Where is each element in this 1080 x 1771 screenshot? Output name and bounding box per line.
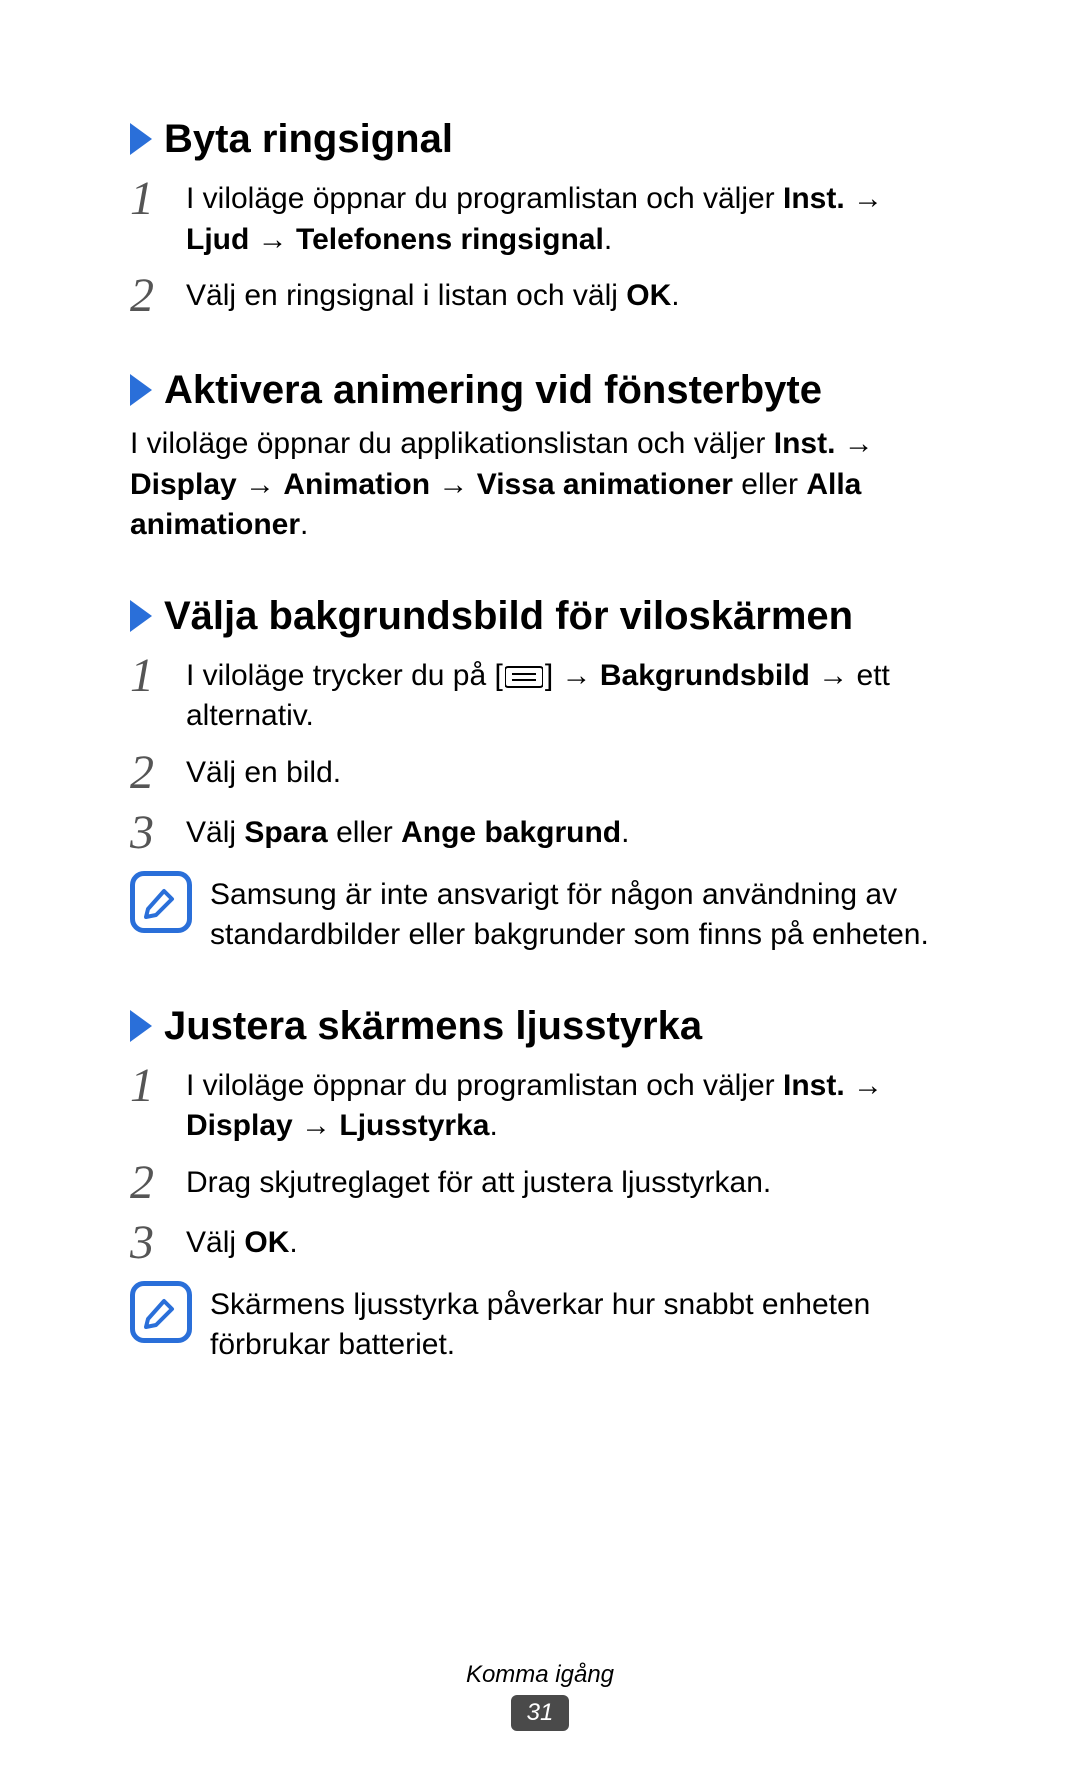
step-text: I viloläge öppnar du programlistan och v… <box>186 173 950 260</box>
step-number: 1 <box>130 1060 186 1110</box>
note: Samsung är inte ansvarigt för någon anvä… <box>130 871 950 956</box>
step-number: 2 <box>130 1157 186 1207</box>
chevron-right-icon <box>130 600 152 632</box>
section-title: Aktivera animering vid fönsterbyte <box>164 366 822 414</box>
step-number: 3 <box>130 1217 186 1267</box>
step: 2Välj en ringsignal i listan och välj OK… <box>130 270 950 320</box>
step: 3Välj OK. <box>130 1217 950 1267</box>
chevron-right-icon <box>130 123 152 155</box>
page-footer: Komma igång 31 <box>0 1661 1080 1731</box>
step: 1I viloläge öppnar du programlistan och … <box>130 173 950 260</box>
chevron-right-icon <box>130 374 152 406</box>
section-title: Justera skärmens ljusstyrka <box>164 1002 702 1050</box>
page-content: Byta ringsignal1I viloläge öppnar du pro… <box>0 0 1080 1366</box>
note-icon <box>130 871 192 933</box>
step-number: 1 <box>130 173 186 223</box>
step-number: 2 <box>130 270 186 320</box>
section: Byta ringsignal 1I viloläge öppnar du pro… <box>130 115 950 320</box>
section-title: Välja bakgrundsbild för viloskärmen <box>164 592 853 640</box>
step-number: 2 <box>130 747 186 797</box>
note-text: Skärmens ljusstyrka påverkar hur snabbt … <box>210 1281 950 1366</box>
note-icon <box>130 1281 192 1343</box>
step-text: Välj en ringsignal i listan och välj OK. <box>186 270 680 317</box>
page-number-badge: 31 <box>511 1695 570 1731</box>
section: Aktivera animering vid fönsterbyte I vilo… <box>130 366 950 546</box>
step: 2Drag skjutreglaget för att justera ljus… <box>130 1157 950 1207</box>
step: 2Välj en bild. <box>130 747 950 797</box>
note: Skärmens ljusstyrka påverkar hur snabbt … <box>130 1281 950 1366</box>
step-text: Drag skjutreglaget för att justera ljuss… <box>186 1157 771 1204</box>
step-number: 3 <box>130 807 186 857</box>
section-heading: Välja bakgrundsbild för viloskärmen <box>130 592 950 640</box>
section: Välja bakgrundsbild för viloskärmen 1I vi… <box>130 592 950 956</box>
step: 1I viloläge trycker du på [] → Bakgrunds… <box>130 650 950 737</box>
step-text: Välj OK. <box>186 1217 298 1264</box>
section-paragraph: I viloläge öppnar du applikationslistan … <box>130 424 950 546</box>
section-heading: Byta ringsignal <box>130 115 950 163</box>
section-title: Byta ringsignal <box>164 115 453 163</box>
step: 3Välj Spara eller Ange bakgrund. <box>130 807 950 857</box>
section-heading: Aktivera animering vid fönsterbyte <box>130 366 950 414</box>
step: 1I viloläge öppnar du programlistan och … <box>130 1060 950 1147</box>
step-number: 1 <box>130 650 186 700</box>
step-text: Välj Spara eller Ange bakgrund. <box>186 807 629 854</box>
step-text: Välj en bild. <box>186 747 341 794</box>
section: Justera skärmens ljusstyrka 1I viloläge ö… <box>130 1002 950 1366</box>
footer-section-label: Komma igång <box>0 1661 1080 1689</box>
step-text: I viloläge trycker du på [] → Bakgrundsb… <box>186 650 950 737</box>
chevron-right-icon <box>130 1010 152 1042</box>
note-text: Samsung är inte ansvarigt för någon anvä… <box>210 871 950 956</box>
menu-key-icon <box>503 665 545 689</box>
section-heading: Justera skärmens ljusstyrka <box>130 1002 950 1050</box>
step-text: I viloläge öppnar du programlistan och v… <box>186 1060 950 1147</box>
